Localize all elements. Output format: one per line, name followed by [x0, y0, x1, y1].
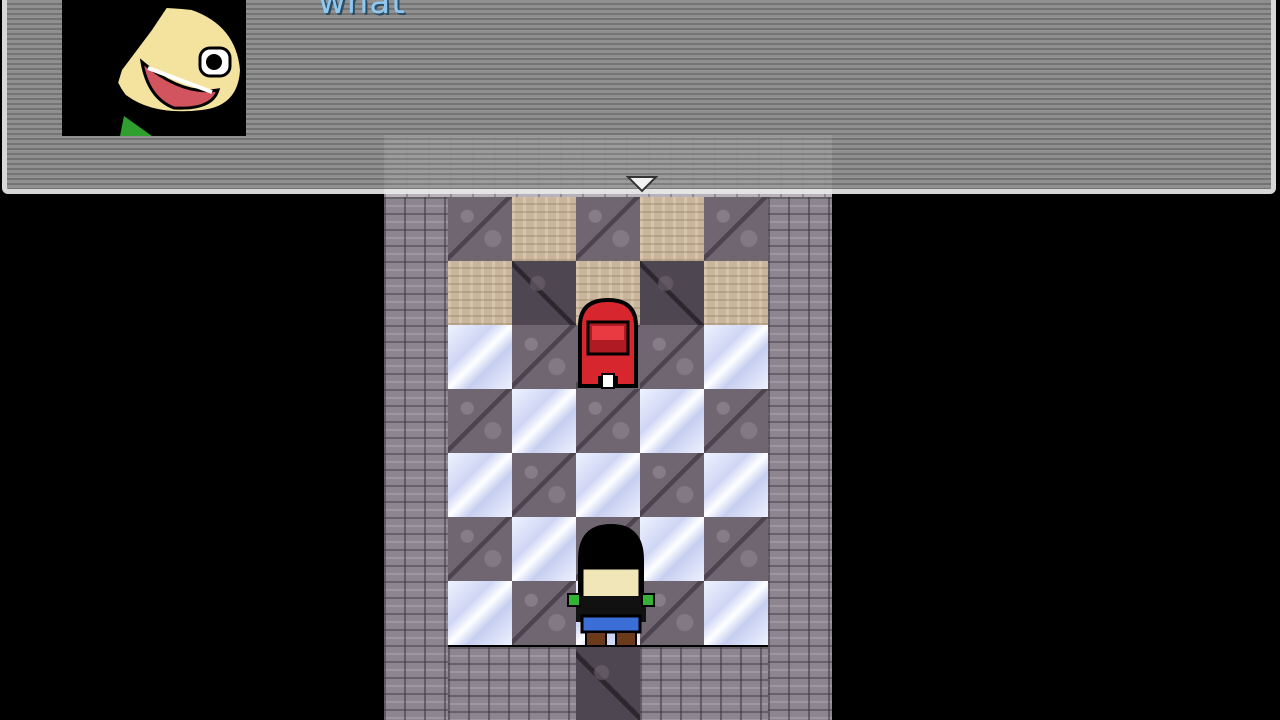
continue-arrow-icon[interactable]	[624, 175, 660, 193]
continue-arrow-shape	[625, 176, 659, 193]
floor-tile	[512, 453, 576, 517]
floor-tile	[640, 197, 704, 261]
floor-tile	[704, 581, 768, 645]
map-wall-bottom-right	[640, 647, 768, 720]
floor-tile	[448, 325, 512, 389]
map-doorway	[576, 647, 640, 720]
floor-tile	[448, 389, 512, 453]
dialogue-text: what	[318, 0, 406, 22]
character-portrait	[62, 0, 246, 136]
floor-tile	[640, 453, 704, 517]
floor-tile	[512, 197, 576, 261]
player-sprite-icon	[567, 524, 655, 647]
floor-tile	[448, 197, 512, 261]
floor-tile	[576, 453, 640, 517]
map-wall-left	[384, 197, 448, 720]
red-figure-icon	[578, 297, 638, 389]
floor-tile	[512, 325, 576, 389]
floor-tile	[704, 389, 768, 453]
floor-tile	[448, 581, 512, 645]
character-portrait-face-icon	[62, 0, 246, 136]
floor-tile	[448, 517, 512, 581]
floor-tile	[704, 197, 768, 261]
floor-tile	[576, 389, 640, 453]
map-wall-bottom-left	[448, 647, 576, 720]
floor-tile	[640, 261, 704, 325]
floor-tile	[704, 325, 768, 389]
floor-tile	[640, 325, 704, 389]
floor-tile	[704, 261, 768, 325]
game-screen: what	[0, 0, 1280, 720]
floor-tile	[704, 453, 768, 517]
floor-tile	[512, 261, 576, 325]
floor-tile	[448, 453, 512, 517]
floor-tile	[576, 197, 640, 261]
player-character	[566, 520, 656, 650]
floor-tile	[704, 517, 768, 581]
map-wall-right	[768, 197, 832, 720]
floor-tile	[448, 261, 512, 325]
floor-tile	[640, 389, 704, 453]
red-figure-npc[interactable]	[572, 296, 644, 392]
floor-tile	[512, 389, 576, 453]
